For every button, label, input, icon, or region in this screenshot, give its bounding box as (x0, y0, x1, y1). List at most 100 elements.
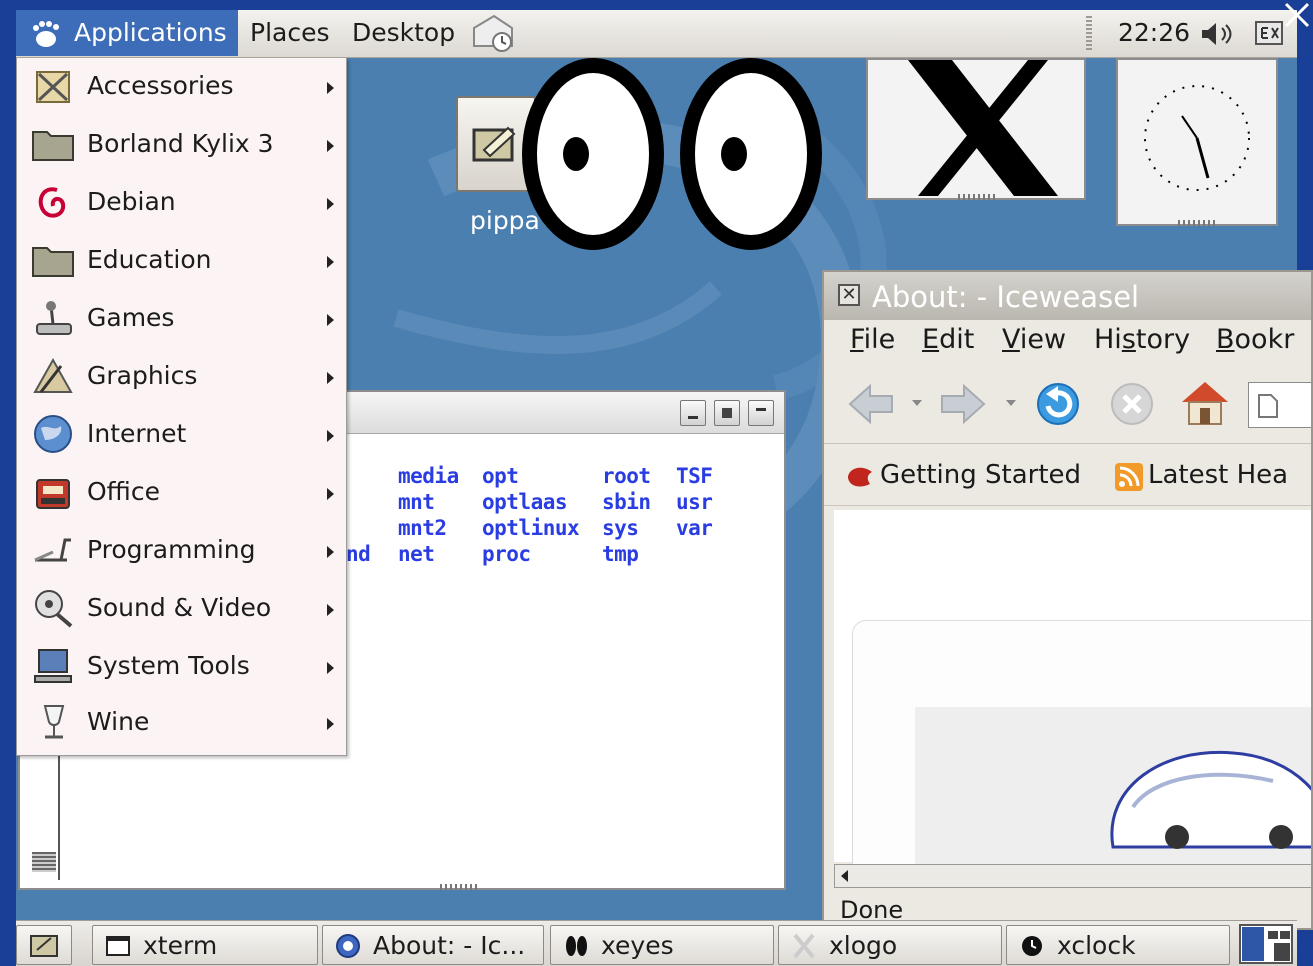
corner-close-icon[interactable] (1282, 0, 1312, 30)
ls-entry: media (398, 464, 459, 488)
bookmark-getting-started[interactable]: Getting Started (880, 460, 1081, 490)
applications-menu-button[interactable]: Applications (16, 10, 238, 56)
x-logo-icon (793, 933, 815, 959)
back-arrow-icon[interactable] (846, 382, 896, 426)
taskbar-item-xclock[interactable]: xclock (1006, 925, 1230, 965)
home-icon[interactable] (1180, 378, 1230, 428)
ls-entry: optlinux (482, 516, 580, 540)
workspace-switcher-icon[interactable] (1238, 923, 1294, 965)
menu-item-wine[interactable]: Wine (17, 694, 346, 750)
bookmark-latest-headlines[interactable]: Latest Hea (1148, 460, 1288, 490)
menu-history[interactable]: History (1094, 324, 1190, 355)
menu-item-office[interactable]: Office (17, 464, 346, 520)
maximize-button[interactable] (714, 400, 740, 426)
graphics-icon (33, 357, 73, 393)
menu-edit[interactable]: Edit (922, 324, 974, 355)
menu-item-education[interactable]: Education (17, 232, 346, 288)
back-dropdown-icon[interactable] (912, 400, 922, 406)
menu-item-label: Sound & Video (87, 593, 272, 622)
ls-entry: opt (482, 464, 519, 488)
submenu-arrow-icon (327, 198, 334, 210)
bookmarks-toolbar: Getting Started Latest Hea (824, 446, 1311, 506)
resize-grip[interactable] (1178, 220, 1218, 226)
wine-glass-icon (43, 705, 65, 739)
taskbar-item-iceweasel[interactable]: About: - Ic... (322, 925, 544, 965)
menu-item-sound-video[interactable]: Sound & Video (17, 580, 346, 636)
horizontal-scrollbar[interactable] (834, 864, 1311, 888)
folder-icon (32, 131, 74, 161)
menu-item-accessories[interactable]: Accessories (17, 58, 346, 114)
iceweasel-titlebar[interactable]: ✕ About: - Iceweasel (824, 272, 1311, 320)
submenu-arrow-icon (327, 546, 334, 558)
keyboard-layout-icon[interactable] (1254, 20, 1284, 46)
panel-clock[interactable]: 22:26 (1110, 10, 1198, 56)
menu-view[interactable]: View (1002, 324, 1066, 355)
reload-icon[interactable] (1034, 380, 1082, 428)
xeyes-right-pupil (721, 137, 747, 171)
volume-icon[interactable] (1198, 20, 1240, 48)
menu-bookmarks[interactable]: Bookr (1216, 324, 1294, 355)
menu-item-system-tools[interactable]: System Tools (17, 638, 346, 694)
menu-item-programming[interactable]: Programming (17, 522, 346, 578)
xeyes-icon (566, 936, 587, 956)
getting-started-icon (848, 467, 872, 487)
resize-grip[interactable] (440, 884, 480, 890)
menu-file[interactable]: File (850, 324, 895, 355)
menu-item-label: System Tools (87, 651, 250, 680)
xeyes-left-eye[interactable] (522, 58, 664, 250)
debian-swirl-icon (38, 187, 66, 218)
gnome-foot-icon (33, 21, 59, 47)
scroll-left-arrow-icon[interactable] (841, 870, 848, 882)
menu-item-label: Internet (87, 419, 187, 448)
minimize-button[interactable] (680, 400, 706, 426)
desktop-menu-button[interactable]: Desktop (344, 10, 463, 56)
menu-item-borland-kylix[interactable]: Borland Kylix 3 (17, 116, 346, 172)
taskbar-item-label: xlogo (829, 931, 898, 960)
ls-entry: TSF (676, 464, 713, 488)
places-menu-button[interactable]: Places (242, 10, 338, 56)
submenu-arrow-icon (327, 488, 334, 500)
desktop-icon-label[interactable]: pippa (470, 206, 540, 235)
xlogo-window[interactable] (866, 58, 1086, 200)
submenu-arrow-icon (327, 314, 334, 326)
menu-item-label: Accessories (87, 71, 234, 100)
x-logo-icon (908, 60, 1058, 196)
menu-item-label: Office (87, 477, 160, 506)
programming-icon (34, 538, 71, 562)
menu-item-label: Graphics (87, 361, 198, 390)
close-button[interactable] (748, 400, 774, 426)
submenu-arrow-icon (327, 140, 334, 152)
submenu-arrow-icon (327, 718, 334, 730)
forward-arrow-icon[interactable] (938, 382, 988, 426)
stop-icon[interactable] (1108, 380, 1156, 428)
menu-item-label: Wine (87, 707, 150, 736)
show-desktop-button[interactable] (16, 925, 72, 965)
update-notifier-icon[interactable] (470, 14, 516, 54)
url-bar[interactable] (1248, 382, 1311, 428)
terminal-icon (106, 936, 130, 956)
taskbar-item-xlogo[interactable]: xlogo (778, 925, 1002, 965)
ls-entry: mnt2 (398, 516, 447, 540)
taskbar-item-xterm[interactable]: xterm (92, 925, 318, 965)
iceweasel-window[interactable]: ✕ About: - Iceweasel File Edit View Hist… (822, 270, 1313, 930)
accessories-icon (36, 71, 70, 103)
submenu-arrow-icon (327, 604, 334, 616)
panel-separator (1086, 16, 1092, 52)
close-button[interactable]: ✕ (838, 284, 860, 306)
menu-item-games[interactable]: Games (17, 290, 346, 346)
menu-item-graphics[interactable]: Graphics (17, 348, 346, 404)
xeyes-left-pupil (563, 137, 589, 171)
submenu-arrow-icon (327, 372, 334, 384)
ls-entry: nd (346, 542, 371, 566)
xclock-window[interactable] (1116, 58, 1278, 226)
globe-icon (34, 415, 72, 453)
multimedia-icon (35, 590, 73, 628)
xeyes-right-eye[interactable] (680, 58, 822, 250)
taskbar-item-xeyes[interactable]: xeyes (550, 925, 774, 965)
forward-dropdown-icon[interactable] (1006, 400, 1016, 406)
scrollbar-grip[interactable] (32, 852, 56, 872)
menu-item-debian[interactable]: Debian (17, 174, 346, 230)
page-content[interactable] (834, 510, 1311, 887)
menu-item-internet[interactable]: Internet (17, 406, 346, 462)
resize-grip[interactable] (958, 194, 998, 200)
